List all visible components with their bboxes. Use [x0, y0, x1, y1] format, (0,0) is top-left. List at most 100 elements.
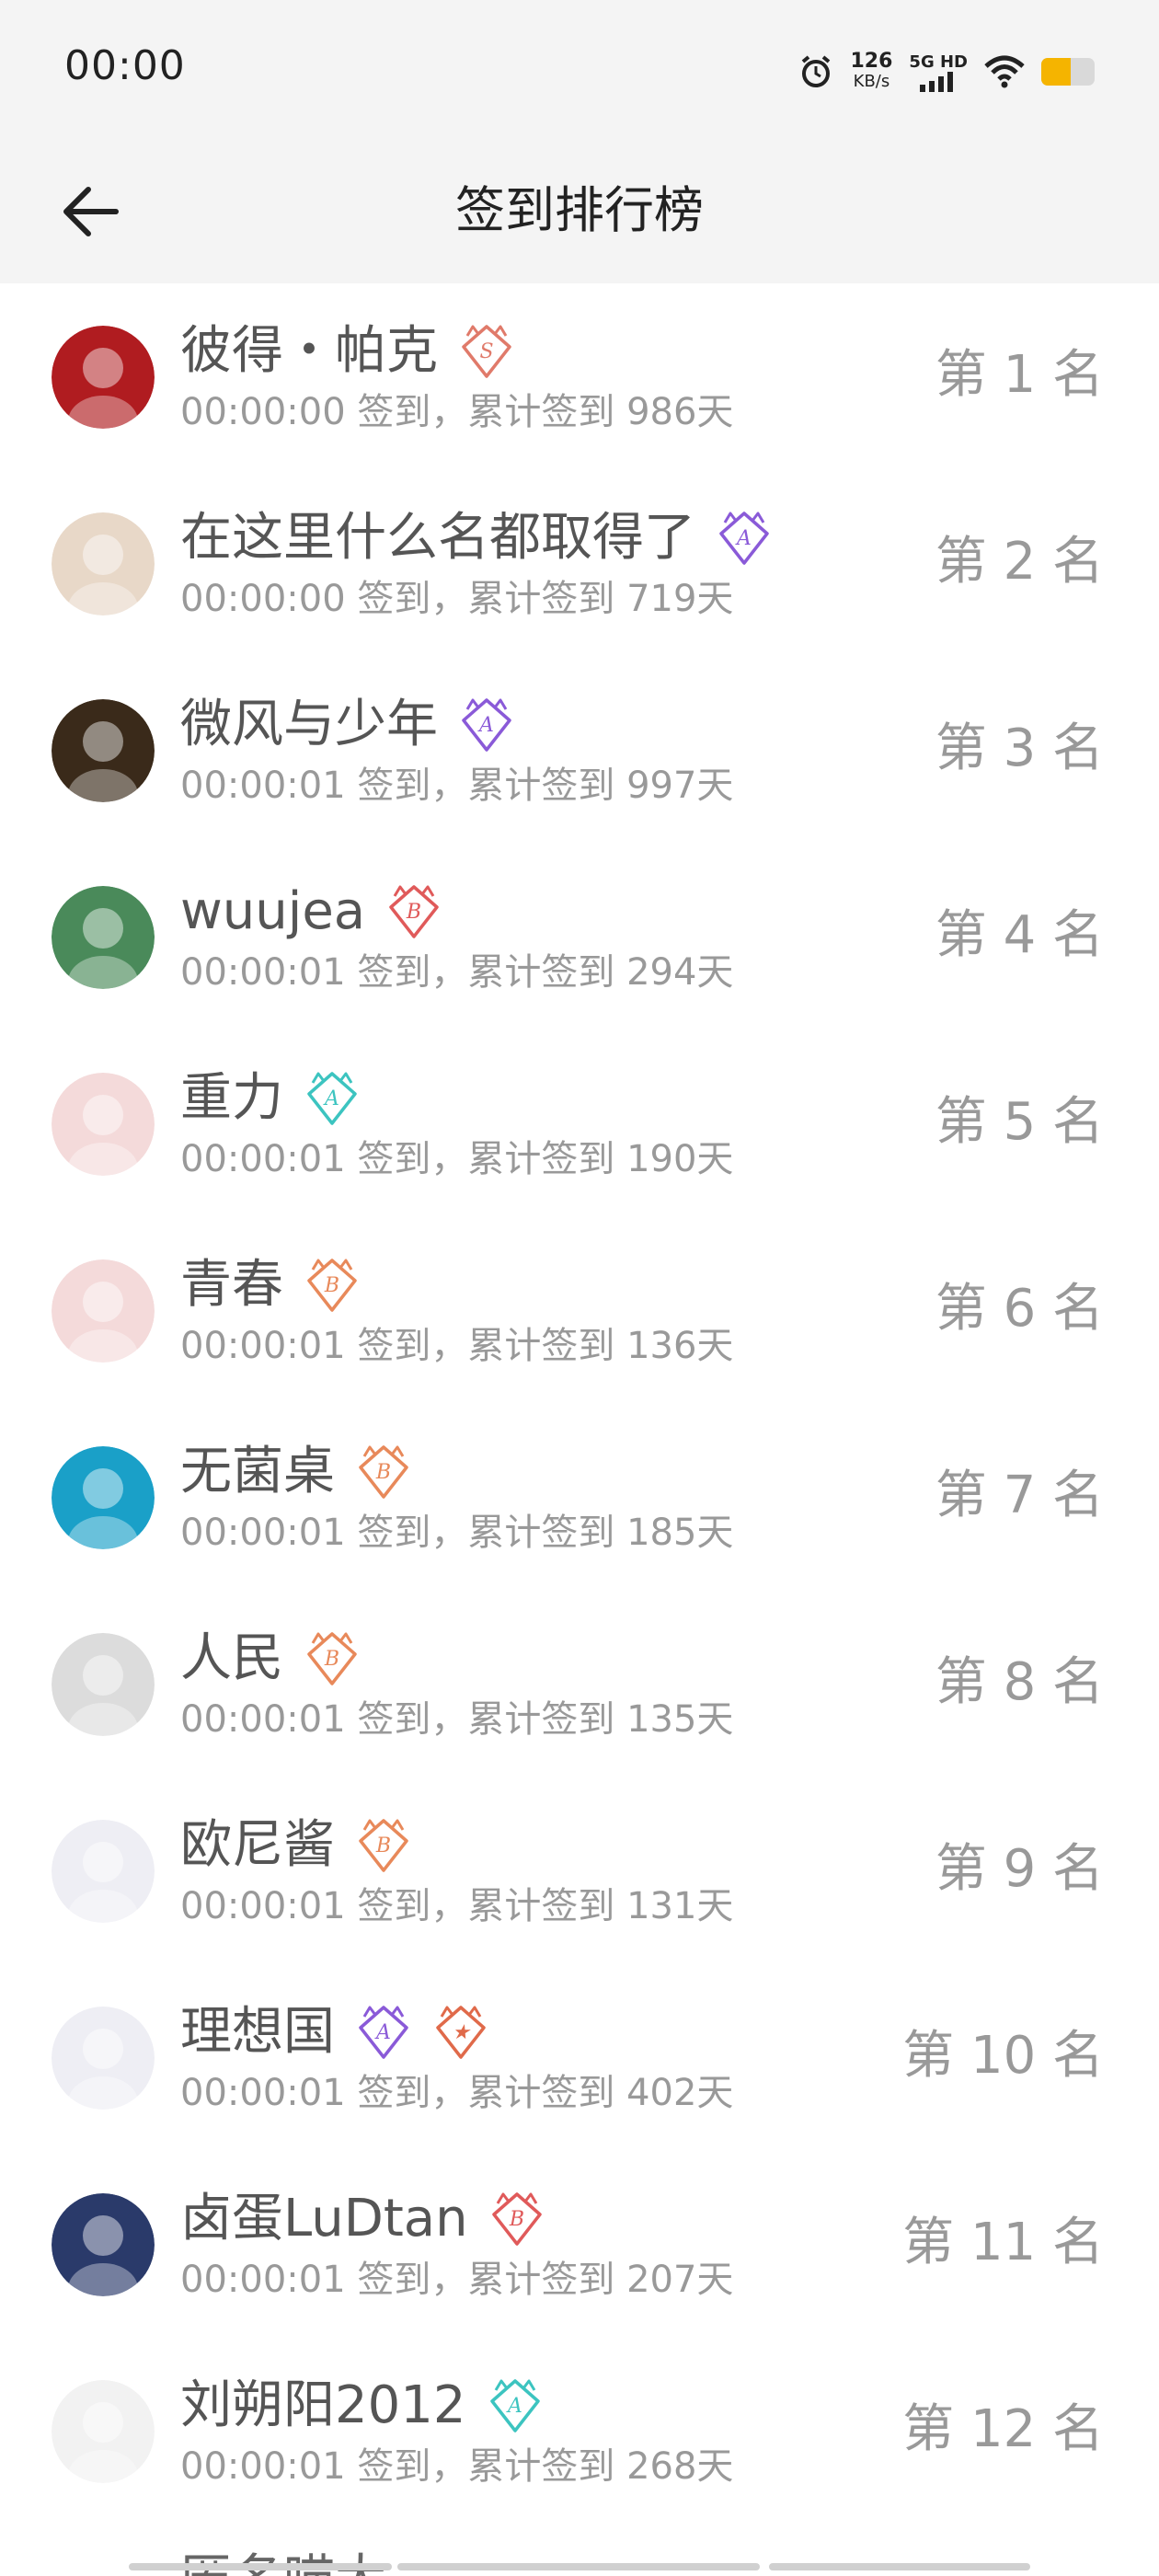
list-item[interactable]: 无菌桌 B 00:00:01 签到，累计签到 185天 第 7 名: [0, 1404, 1159, 1591]
list-item[interactable]: 微风与少年 A 00:00:01 签到，累计签到 997天 第 3 名: [0, 657, 1159, 844]
avatar[interactable]: [52, 1633, 155, 1736]
network-indicator: 5G HD: [909, 52, 968, 92]
level-badge-icon: ★: [436, 2006, 486, 2059]
avatar[interactable]: [52, 1259, 155, 1363]
user-name[interactable]: 无菌桌: [180, 1435, 335, 1509]
avatar[interactable]: [52, 512, 155, 615]
badge-letter: B: [324, 1648, 339, 1671]
level-badge-icon: A: [719, 512, 769, 565]
avatar[interactable]: [52, 886, 155, 989]
user-name[interactable]: 微风与少年: [180, 688, 438, 762]
checkin-info: 00:00:01 签到，累计签到 131天: [180, 1885, 734, 1927]
list-item[interactable]: 理想国 A ★ 00:00:01 签到，累计签到 402天 第 10 名: [0, 1964, 1159, 2151]
user-name[interactable]: 重力: [180, 1062, 283, 1135]
user-name-line: 无菌桌 B: [180, 1435, 412, 1509]
user-name[interactable]: 彼得・帕克: [180, 315, 438, 388]
badge-letter: B: [509, 2208, 524, 2231]
checkin-info: 00:00:01 签到，累计签到 207天: [180, 2259, 734, 2301]
avatar[interactable]: [52, 1073, 155, 1176]
user-name-line: 青春 B: [180, 1248, 361, 1322]
avatar[interactable]: [52, 2380, 155, 2483]
level-badge-icon: B: [359, 1819, 408, 1872]
avatar[interactable]: [52, 1446, 155, 1549]
user-name[interactable]: 欧尼酱: [180, 1809, 335, 1882]
level-badge-icon: B: [307, 1632, 357, 1685]
list-item[interactable]: 刘朔阳2012 A 00:00:01 签到，累计签到 268天 第 12 名: [0, 2338, 1159, 2524]
rank-label: 第 3 名: [935, 719, 1104, 778]
network-type: 5G HD: [909, 52, 968, 72]
user-name[interactable]: 理想国: [180, 1995, 335, 2069]
battery-icon: [1041, 58, 1095, 86]
user-name[interactable]: 卤蛋LuDtan: [180, 2182, 468, 2256]
signal-icon: [920, 71, 954, 92]
checkin-info: 00:00:00 签到，累计签到 719天: [180, 578, 734, 620]
speed-unit: KB/s: [853, 72, 890, 91]
rank-label: 第 8 名: [935, 1652, 1104, 1712]
list-item[interactable]: 重力 A 00:00:01 签到，累计签到 190天 第 5 名: [0, 1030, 1159, 1217]
rank-label: 第 7 名: [935, 1466, 1104, 1525]
level-badge-icon: B: [307, 1259, 357, 1312]
user-name-line: 卤蛋LuDtan B: [180, 2182, 545, 2256]
level-badge-icon: S: [462, 325, 511, 378]
speed-value: 126: [850, 50, 893, 73]
user-name-line: 欧尼酱 B: [180, 1809, 412, 1882]
user-name[interactable]: wuujea: [180, 875, 365, 949]
checkin-info: 00:00:01 签到，累计签到 135天: [180, 1698, 734, 1741]
checkin-info: 00:00:01 签到，累计签到 136天: [180, 1325, 734, 1367]
rank-label: 第 6 名: [935, 1279, 1104, 1339]
level-badge-icon: A: [489, 2379, 540, 2432]
list-item[interactable]: 彼得・帕克 S 00:00:00 签到，累计签到 986天 第 1 名: [0, 283, 1159, 470]
user-name[interactable]: 在这里什么名都取得了: [180, 501, 695, 575]
checkin-info: 00:00:01 签到，累计签到 190天: [180, 1138, 734, 1180]
checkin-info: 00:00:01 签到，累计签到 997天: [180, 765, 734, 807]
rank-label: 第 9 名: [935, 1839, 1104, 1899]
badge-letter: B: [375, 1834, 391, 1857]
badge-letter: S: [479, 340, 493, 363]
checkin-info: 00:00:01 签到，累计签到 294天: [180, 951, 734, 994]
list-item[interactable]: 卤蛋LuDtan B 00:00:01 签到，累计签到 207天 第 11 名: [0, 2151, 1159, 2338]
avatar[interactable]: [52, 1820, 155, 1923]
avatar[interactable]: [52, 326, 155, 429]
user-name-line: 在这里什么名都取得了 A: [180, 501, 773, 575]
level-badge-icon: B: [359, 1445, 408, 1499]
rank-label: 第 10 名: [902, 2026, 1104, 2086]
ranking-list: 彼得・帕克 S 00:00:00 签到，累计签到 986天 第 1 名在这里什么名都取…: [0, 283, 1159, 2524]
list-item[interactable]: 欧尼酱 B 00:00:01 签到，累计签到 131天 第 9 名: [0, 1777, 1159, 1964]
list-item[interactable]: 人民 B 00:00:01 签到，累计签到 135天 第 8 名: [0, 1591, 1159, 1777]
badge-letter: A: [323, 1087, 339, 1110]
user-name[interactable]: 刘朔阳2012: [180, 2369, 466, 2443]
user-name-line: 刘朔阳2012 A: [180, 2369, 544, 2443]
list-item[interactable]: 青春 B 00:00:01 签到，累计签到 136天 第 6 名: [0, 1217, 1159, 1404]
checkin-info: 00:00:01 签到，累计签到 268天: [180, 2445, 734, 2488]
user-name-line: 人民 B: [180, 1622, 361, 1696]
badge-letter: A: [477, 714, 494, 737]
level-badge-icon: A: [462, 698, 511, 752]
status-time: 00:00: [64, 42, 186, 89]
network-speed: 126 KB/s: [850, 52, 892, 92]
bottom-bar-segment: [129, 2563, 392, 2570]
checkin-info: 00:00:01 签到，累计签到 185天: [180, 1512, 734, 1554]
alarm-icon: [802, 55, 831, 87]
list-item[interactable]: 在这里什么名都取得了 A 00:00:00 签到，累计签到 719天 第 2 名: [0, 470, 1159, 657]
avatar[interactable]: [52, 2193, 155, 2296]
wifi-icon: [984, 55, 1025, 88]
user-name-line: 重力 A: [180, 1062, 361, 1135]
level-badge-icon: B: [389, 885, 439, 938]
rank-label: 第 11 名: [902, 2213, 1104, 2272]
bottom-bar-segment: [769, 2563, 1030, 2570]
badge-letter: A: [735, 527, 752, 550]
rank-label: 第 5 名: [935, 1092, 1104, 1152]
badge-letter: B: [375, 1461, 391, 1484]
rank-label: 第 1 名: [935, 345, 1104, 405]
user-name[interactable]: 青春: [180, 1248, 283, 1322]
user-name-line: 微风与少年 A: [180, 688, 515, 762]
user-name-line: 理想国 A ★: [180, 1995, 489, 2069]
rank-label: 第 2 名: [935, 532, 1104, 592]
rank-label: 第 4 名: [935, 905, 1104, 965]
badge-letter: A: [374, 2021, 391, 2044]
avatar[interactable]: [52, 699, 155, 802]
list-item[interactable]: wuujea B 00:00:01 签到，累计签到 294天 第 4 名: [0, 844, 1159, 1030]
user-name[interactable]: 人民: [180, 1622, 283, 1696]
avatar[interactable]: [52, 2007, 155, 2110]
level-badge-icon: A: [359, 2006, 408, 2059]
